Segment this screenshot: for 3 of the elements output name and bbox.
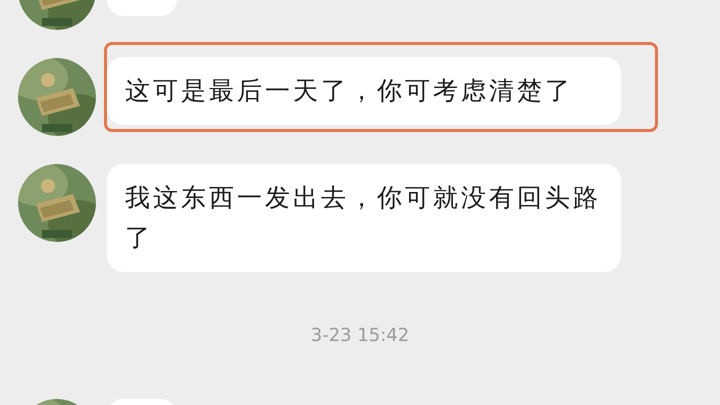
timestamp: 3-23 15:42 bbox=[310, 324, 410, 348]
message-bubble: 这可是最后一天了，你可考虑清楚了 bbox=[107, 57, 621, 125]
message-bubble: 我这东西一发出去，你可就没有回头路了 bbox=[107, 164, 621, 272]
